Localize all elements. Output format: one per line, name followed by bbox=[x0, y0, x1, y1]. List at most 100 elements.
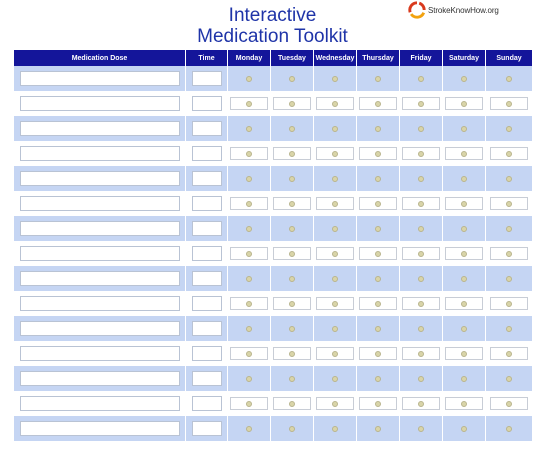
day-checkbox-sunday[interactable] bbox=[490, 72, 528, 85]
day-checkbox-tuesday[interactable] bbox=[273, 147, 311, 160]
day-checkbox-sunday[interactable] bbox=[490, 97, 528, 110]
day-checkbox-friday[interactable] bbox=[402, 122, 440, 135]
day-checkbox-thursday[interactable] bbox=[359, 372, 397, 385]
day-checkbox-tuesday[interactable] bbox=[273, 197, 311, 210]
day-checkbox-tuesday[interactable] bbox=[273, 272, 311, 285]
day-checkbox-saturday[interactable] bbox=[445, 222, 483, 235]
day-checkbox-saturday[interactable] bbox=[445, 297, 483, 310]
day-checkbox-saturday[interactable] bbox=[445, 397, 483, 410]
day-checkbox-monday[interactable] bbox=[230, 422, 268, 435]
medication-dose-input[interactable] bbox=[19, 321, 180, 336]
medication-dose-input[interactable] bbox=[19, 221, 180, 236]
medication-dose-input[interactable] bbox=[19, 396, 180, 411]
time-input[interactable] bbox=[191, 396, 222, 411]
day-checkbox-friday[interactable] bbox=[402, 422, 440, 435]
day-checkbox-friday[interactable] bbox=[402, 97, 440, 110]
medication-dose-input[interactable] bbox=[19, 196, 180, 211]
day-checkbox-thursday[interactable] bbox=[359, 272, 397, 285]
day-checkbox-tuesday[interactable] bbox=[273, 372, 311, 385]
day-checkbox-friday[interactable] bbox=[402, 272, 440, 285]
day-checkbox-tuesday[interactable] bbox=[273, 422, 311, 435]
day-checkbox-saturday[interactable] bbox=[445, 172, 483, 185]
day-checkbox-sunday[interactable] bbox=[490, 272, 528, 285]
time-input[interactable] bbox=[191, 96, 222, 111]
day-checkbox-monday[interactable] bbox=[230, 322, 268, 335]
time-input[interactable] bbox=[191, 196, 222, 211]
day-checkbox-tuesday[interactable] bbox=[273, 97, 311, 110]
day-checkbox-thursday[interactable] bbox=[359, 147, 397, 160]
day-checkbox-friday[interactable] bbox=[402, 222, 440, 235]
day-checkbox-saturday[interactable] bbox=[445, 97, 483, 110]
day-checkbox-wednesday[interactable] bbox=[316, 397, 354, 410]
time-input[interactable] bbox=[191, 296, 222, 311]
day-checkbox-tuesday[interactable] bbox=[273, 122, 311, 135]
day-checkbox-tuesday[interactable] bbox=[273, 322, 311, 335]
medication-dose-input[interactable] bbox=[19, 271, 180, 286]
day-checkbox-friday[interactable] bbox=[402, 247, 440, 260]
day-checkbox-thursday[interactable] bbox=[359, 72, 397, 85]
day-checkbox-wednesday[interactable] bbox=[316, 272, 354, 285]
time-input[interactable] bbox=[191, 371, 222, 386]
day-checkbox-monday[interactable] bbox=[230, 247, 268, 260]
medication-dose-input[interactable] bbox=[19, 171, 180, 186]
day-checkbox-thursday[interactable] bbox=[359, 297, 397, 310]
day-checkbox-saturday[interactable] bbox=[445, 147, 483, 160]
day-checkbox-sunday[interactable] bbox=[490, 372, 528, 385]
time-input[interactable] bbox=[191, 271, 222, 286]
day-checkbox-thursday[interactable] bbox=[359, 172, 397, 185]
day-checkbox-tuesday[interactable] bbox=[273, 172, 311, 185]
day-checkbox-saturday[interactable] bbox=[445, 272, 483, 285]
day-checkbox-friday[interactable] bbox=[402, 147, 440, 160]
day-checkbox-sunday[interactable] bbox=[490, 172, 528, 185]
day-checkbox-thursday[interactable] bbox=[359, 222, 397, 235]
day-checkbox-monday[interactable] bbox=[230, 122, 268, 135]
day-checkbox-monday[interactable] bbox=[230, 297, 268, 310]
day-checkbox-wednesday[interactable] bbox=[316, 72, 354, 85]
time-input[interactable] bbox=[191, 171, 222, 186]
time-input[interactable] bbox=[191, 246, 222, 261]
day-checkbox-thursday[interactable] bbox=[359, 322, 397, 335]
day-checkbox-thursday[interactable] bbox=[359, 197, 397, 210]
day-checkbox-friday[interactable] bbox=[402, 397, 440, 410]
day-checkbox-sunday[interactable] bbox=[490, 297, 528, 310]
day-checkbox-monday[interactable] bbox=[230, 172, 268, 185]
day-checkbox-saturday[interactable] bbox=[445, 247, 483, 260]
day-checkbox-tuesday[interactable] bbox=[273, 397, 311, 410]
day-checkbox-saturday[interactable] bbox=[445, 372, 483, 385]
day-checkbox-saturday[interactable] bbox=[445, 347, 483, 360]
day-checkbox-monday[interactable] bbox=[230, 147, 268, 160]
day-checkbox-thursday[interactable] bbox=[359, 247, 397, 260]
day-checkbox-sunday[interactable] bbox=[490, 322, 528, 335]
day-checkbox-friday[interactable] bbox=[402, 297, 440, 310]
day-checkbox-sunday[interactable] bbox=[490, 197, 528, 210]
medication-dose-input[interactable] bbox=[19, 246, 180, 261]
day-checkbox-tuesday[interactable] bbox=[273, 297, 311, 310]
day-checkbox-saturday[interactable] bbox=[445, 322, 483, 335]
day-checkbox-wednesday[interactable] bbox=[316, 322, 354, 335]
day-checkbox-friday[interactable] bbox=[402, 372, 440, 385]
day-checkbox-wednesday[interactable] bbox=[316, 122, 354, 135]
day-checkbox-monday[interactable] bbox=[230, 347, 268, 360]
time-input[interactable] bbox=[191, 146, 222, 161]
day-checkbox-sunday[interactable] bbox=[490, 122, 528, 135]
day-checkbox-wednesday[interactable] bbox=[316, 147, 354, 160]
medication-dose-input[interactable] bbox=[19, 346, 180, 361]
day-checkbox-thursday[interactable] bbox=[359, 422, 397, 435]
day-checkbox-thursday[interactable] bbox=[359, 397, 397, 410]
time-input[interactable] bbox=[191, 321, 222, 336]
day-checkbox-sunday[interactable] bbox=[490, 347, 528, 360]
medication-dose-input[interactable] bbox=[19, 371, 180, 386]
day-checkbox-monday[interactable] bbox=[230, 272, 268, 285]
day-checkbox-sunday[interactable] bbox=[490, 222, 528, 235]
medication-dose-input[interactable] bbox=[19, 71, 180, 86]
day-checkbox-wednesday[interactable] bbox=[316, 372, 354, 385]
day-checkbox-thursday[interactable] bbox=[359, 97, 397, 110]
time-input[interactable] bbox=[191, 71, 222, 86]
day-checkbox-friday[interactable] bbox=[402, 347, 440, 360]
day-checkbox-monday[interactable] bbox=[230, 197, 268, 210]
day-checkbox-saturday[interactable] bbox=[445, 197, 483, 210]
day-checkbox-tuesday[interactable] bbox=[273, 247, 311, 260]
day-checkbox-wednesday[interactable] bbox=[316, 347, 354, 360]
day-checkbox-sunday[interactable] bbox=[490, 247, 528, 260]
medication-dose-input[interactable] bbox=[19, 121, 180, 136]
